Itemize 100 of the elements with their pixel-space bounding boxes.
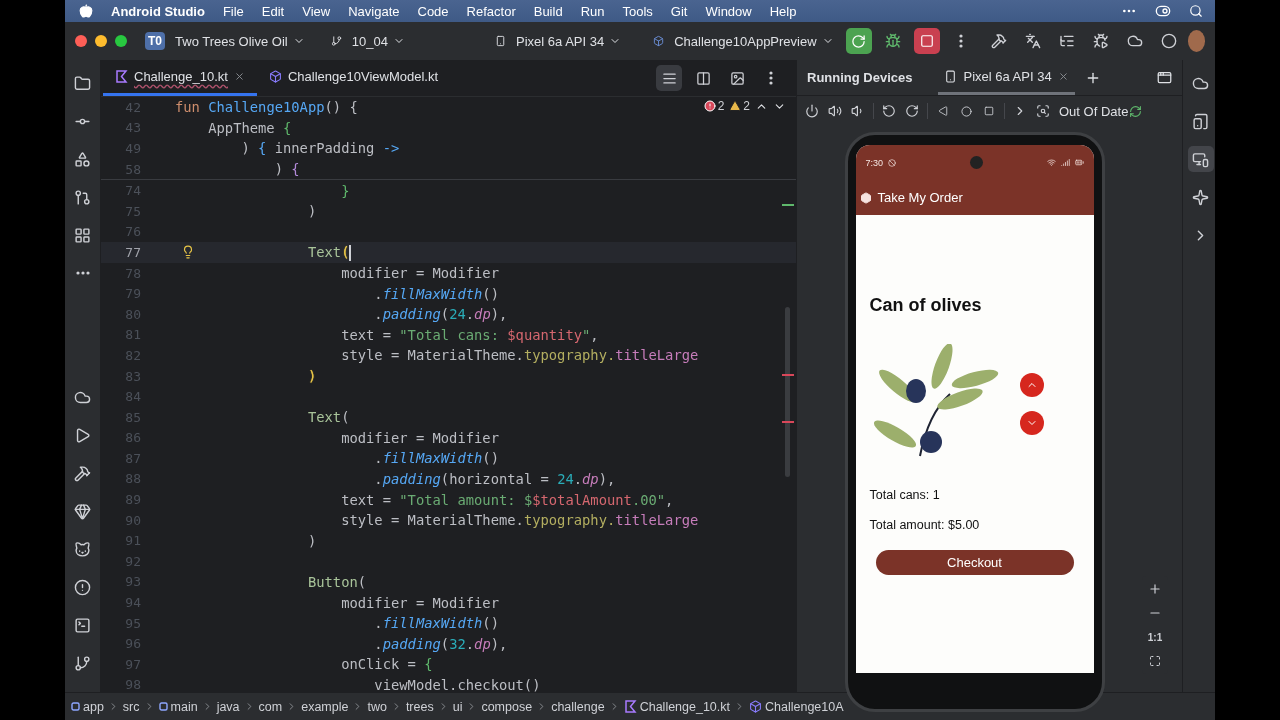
- toggle-icon[interactable]: [1155, 3, 1171, 19]
- status-time: 7:30: [865, 157, 884, 168]
- run-icon: [74, 426, 91, 444]
- rerun-button[interactable]: [845, 28, 872, 54]
- design-view-icon: [729, 70, 745, 86]
- signal-icon: [1060, 158, 1070, 167]
- menu-item[interactable]: Tools: [622, 3, 653, 19]
- scrollbar-thumb[interactable]: [785, 307, 790, 477]
- more-icon: [958, 34, 963, 48]
- actual-size-button[interactable]: 1:1: [1144, 628, 1166, 646]
- menu-item[interactable]: Build: [533, 3, 563, 19]
- window-icon[interactable]: [1157, 70, 1172, 85]
- overview-icon: [984, 106, 994, 116]
- menu-item[interactable]: Git: [670, 3, 688, 19]
- increase-button[interactable]: [1019, 373, 1044, 397]
- structure-icon: [1058, 33, 1075, 49]
- apple-icon[interactable]: [79, 4, 93, 18]
- menu-item[interactable]: Android Studio: [111, 3, 205, 19]
- panel-title: Running Devices: [807, 70, 913, 85]
- menu-item[interactable]: Navigate: [348, 3, 400, 19]
- menu-item[interactable]: View: [302, 3, 331, 19]
- stop-button[interactable]: [913, 28, 940, 54]
- breadcrumb[interactable]: Challenge10A: [749, 699, 844, 714]
- device-tab[interactable]: Pixel 6a API 34: [938, 60, 1075, 95]
- menu-item[interactable]: File: [222, 3, 244, 19]
- pull-request-icon: [74, 188, 91, 206]
- run-config-selector[interactable]: Challenge10AppPreview: [668, 30, 840, 52]
- breadcrumb[interactable]: main: [158, 699, 198, 714]
- code-line: .padding(32.dp),: [373, 635, 508, 652]
- project-badge: T0: [145, 32, 165, 50]
- minimize-window-button[interactable]: [95, 35, 107, 47]
- breadcrumb[interactable]: example: [301, 699, 349, 714]
- code-view-button[interactable]: [656, 65, 682, 91]
- close-icon[interactable]: [233, 71, 245, 82]
- search-icon[interactable]: [1189, 4, 1203, 18]
- breadcrumb[interactable]: com: [258, 699, 283, 714]
- status-label: Out Of Date: [1059, 103, 1129, 119]
- module-icon: [71, 702, 80, 711]
- build-icon: [990, 33, 1007, 49]
- decrease-button[interactable]: [1019, 411, 1044, 435]
- code-line: ): [306, 368, 317, 384]
- code-line: style = MaterialTheme.typography.titleLarge: [340, 512, 699, 529]
- breadcrumb[interactable]: challenge: [551, 699, 605, 714]
- branch-selector[interactable]: 10_04: [345, 30, 411, 52]
- breadcrumb[interactable]: compose: [481, 699, 533, 714]
- code-line: modifier = Modifier: [340, 429, 499, 446]
- maximize-window-button[interactable]: [115, 35, 127, 47]
- code-line: viewModel.checkout(): [373, 676, 541, 693]
- menu-item[interactable]: Run: [580, 3, 605, 19]
- close-window-button[interactable]: [75, 35, 87, 47]
- avatar[interactable]: [1187, 30, 1205, 52]
- app-icon: [859, 191, 872, 204]
- breadcrumb[interactable]: trees: [405, 699, 434, 714]
- error-marker: [782, 374, 794, 376]
- preview-icon: [653, 34, 665, 48]
- menu-item[interactable]: Code: [417, 3, 449, 19]
- running-devices-icon: [1192, 150, 1209, 168]
- warning-count[interactable]: 2: [729, 99, 750, 113]
- project-selector[interactable]: Two Trees Olive Oil: [169, 30, 311, 52]
- breadcrumb[interactable]: app: [71, 699, 104, 714]
- alert-icon: [74, 578, 91, 596]
- sync-icon: [1126, 33, 1143, 49]
- kotlin-file-icon: [115, 70, 128, 83]
- total-cans-text: Total cans: 1: [869, 488, 941, 502]
- editor-tab[interactable]: Challenge_10.kt: [103, 60, 257, 96]
- code-line: text = "Total cans: $quantity",: [340, 326, 599, 343]
- code-line: ): [306, 203, 317, 220]
- breadcrumb[interactable]: java: [216, 699, 240, 714]
- phone-icon: [944, 69, 958, 83]
- breadcrumb[interactable]: ui: [452, 699, 463, 714]
- checkout-button[interactable]: Checkout: [875, 550, 1074, 575]
- menu-item[interactable]: Refactor: [466, 3, 516, 19]
- device-selector[interactable]: Pixel 6a API 34: [510, 30, 628, 52]
- dnd-icon: [888, 158, 897, 167]
- menu-item[interactable]: Help: [769, 3, 797, 19]
- plus-icon: [1148, 582, 1162, 596]
- breadcrumb[interactable]: src: [122, 699, 140, 714]
- breadcrumb[interactable]: two: [367, 699, 387, 714]
- cat-icon: [74, 540, 91, 558]
- battery-icon: [1074, 158, 1084, 167]
- running-devices-button[interactable]: [1187, 146, 1214, 172]
- editor-tab[interactable]: Challenge10ViewModel.kt: [256, 60, 451, 96]
- breadcrumb[interactable]: Challenge_10.kt: [623, 699, 731, 714]
- lightbulb-icon[interactable]: [181, 245, 195, 260]
- error-count[interactable]: 2: [703, 99, 725, 113]
- code-line: fun Challenge10App() {: [175, 99, 358, 116]
- code-line: .padding(horizontal = 24.dp),: [373, 471, 616, 487]
- translate-icon: [1024, 33, 1041, 49]
- line-number: 77: [124, 244, 141, 260]
- code-line: onClick = {: [340, 656, 433, 673]
- code-line: modifier = Modifier: [340, 594, 499, 611]
- more-icon: [75, 271, 90, 275]
- branch-icon: [74, 654, 91, 672]
- close-icon[interactable]: [1057, 70, 1069, 82]
- branch-icon: [330, 34, 342, 48]
- refresh-icon[interactable]: [1129, 104, 1143, 118]
- menu-item[interactable]: Edit: [261, 3, 285, 19]
- menu-item[interactable]: Window: [705, 3, 752, 19]
- gem-icon: [74, 502, 91, 520]
- circle-icon: [1160, 33, 1177, 49]
